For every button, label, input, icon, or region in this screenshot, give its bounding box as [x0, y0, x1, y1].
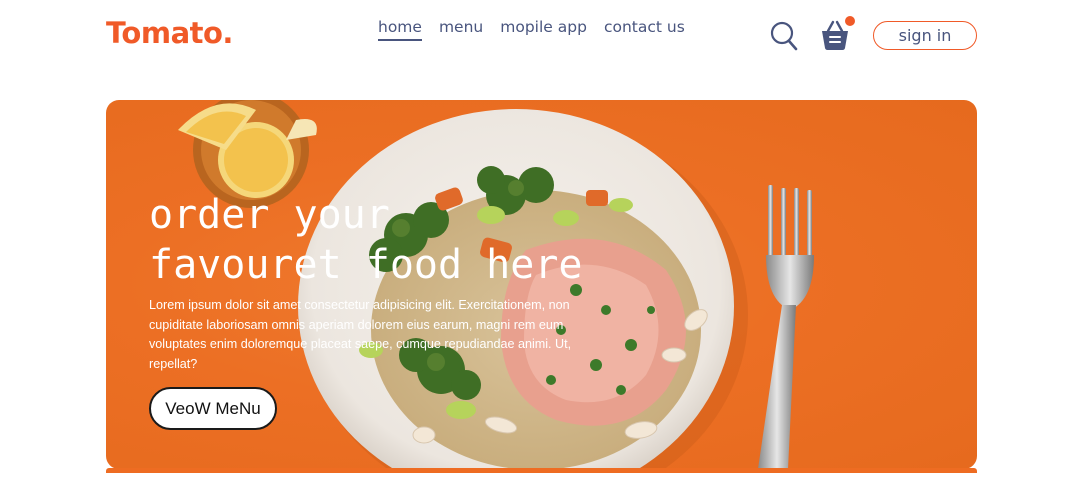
navbar: Tomato. home menu mopile app contact us … [0, 0, 1080, 70]
nav-item-mobile-app[interactable]: mopile app [500, 18, 587, 41]
nav-menu: home menu mopile app contact us [378, 18, 685, 41]
fork [758, 185, 814, 469]
sign-in-button[interactable]: sign in [873, 21, 977, 50]
nav-item-contact-us[interactable]: contact us [604, 18, 685, 41]
view-menu-button[interactable]: VeoW MeNu [149, 387, 277, 430]
nav-item-menu[interactable]: menu [439, 18, 483, 41]
cart-badge-dot [845, 16, 855, 26]
next-section-edge [106, 468, 977, 473]
hero-title-line-1: order your [149, 192, 390, 238]
search-icon[interactable] [770, 20, 798, 52]
hero-title: order your favouret food here [149, 190, 609, 290]
logo[interactable]: Tomato. [106, 16, 233, 50]
hero-title-line-2: favouret food here [149, 242, 583, 288]
nav-item-home[interactable]: home [378, 18, 422, 41]
hero-description: Lorem ipsum dolor sit amet consectetur a… [149, 298, 572, 371]
hero-banner: order your favouret food here Lorem ipsu… [106, 100, 977, 469]
